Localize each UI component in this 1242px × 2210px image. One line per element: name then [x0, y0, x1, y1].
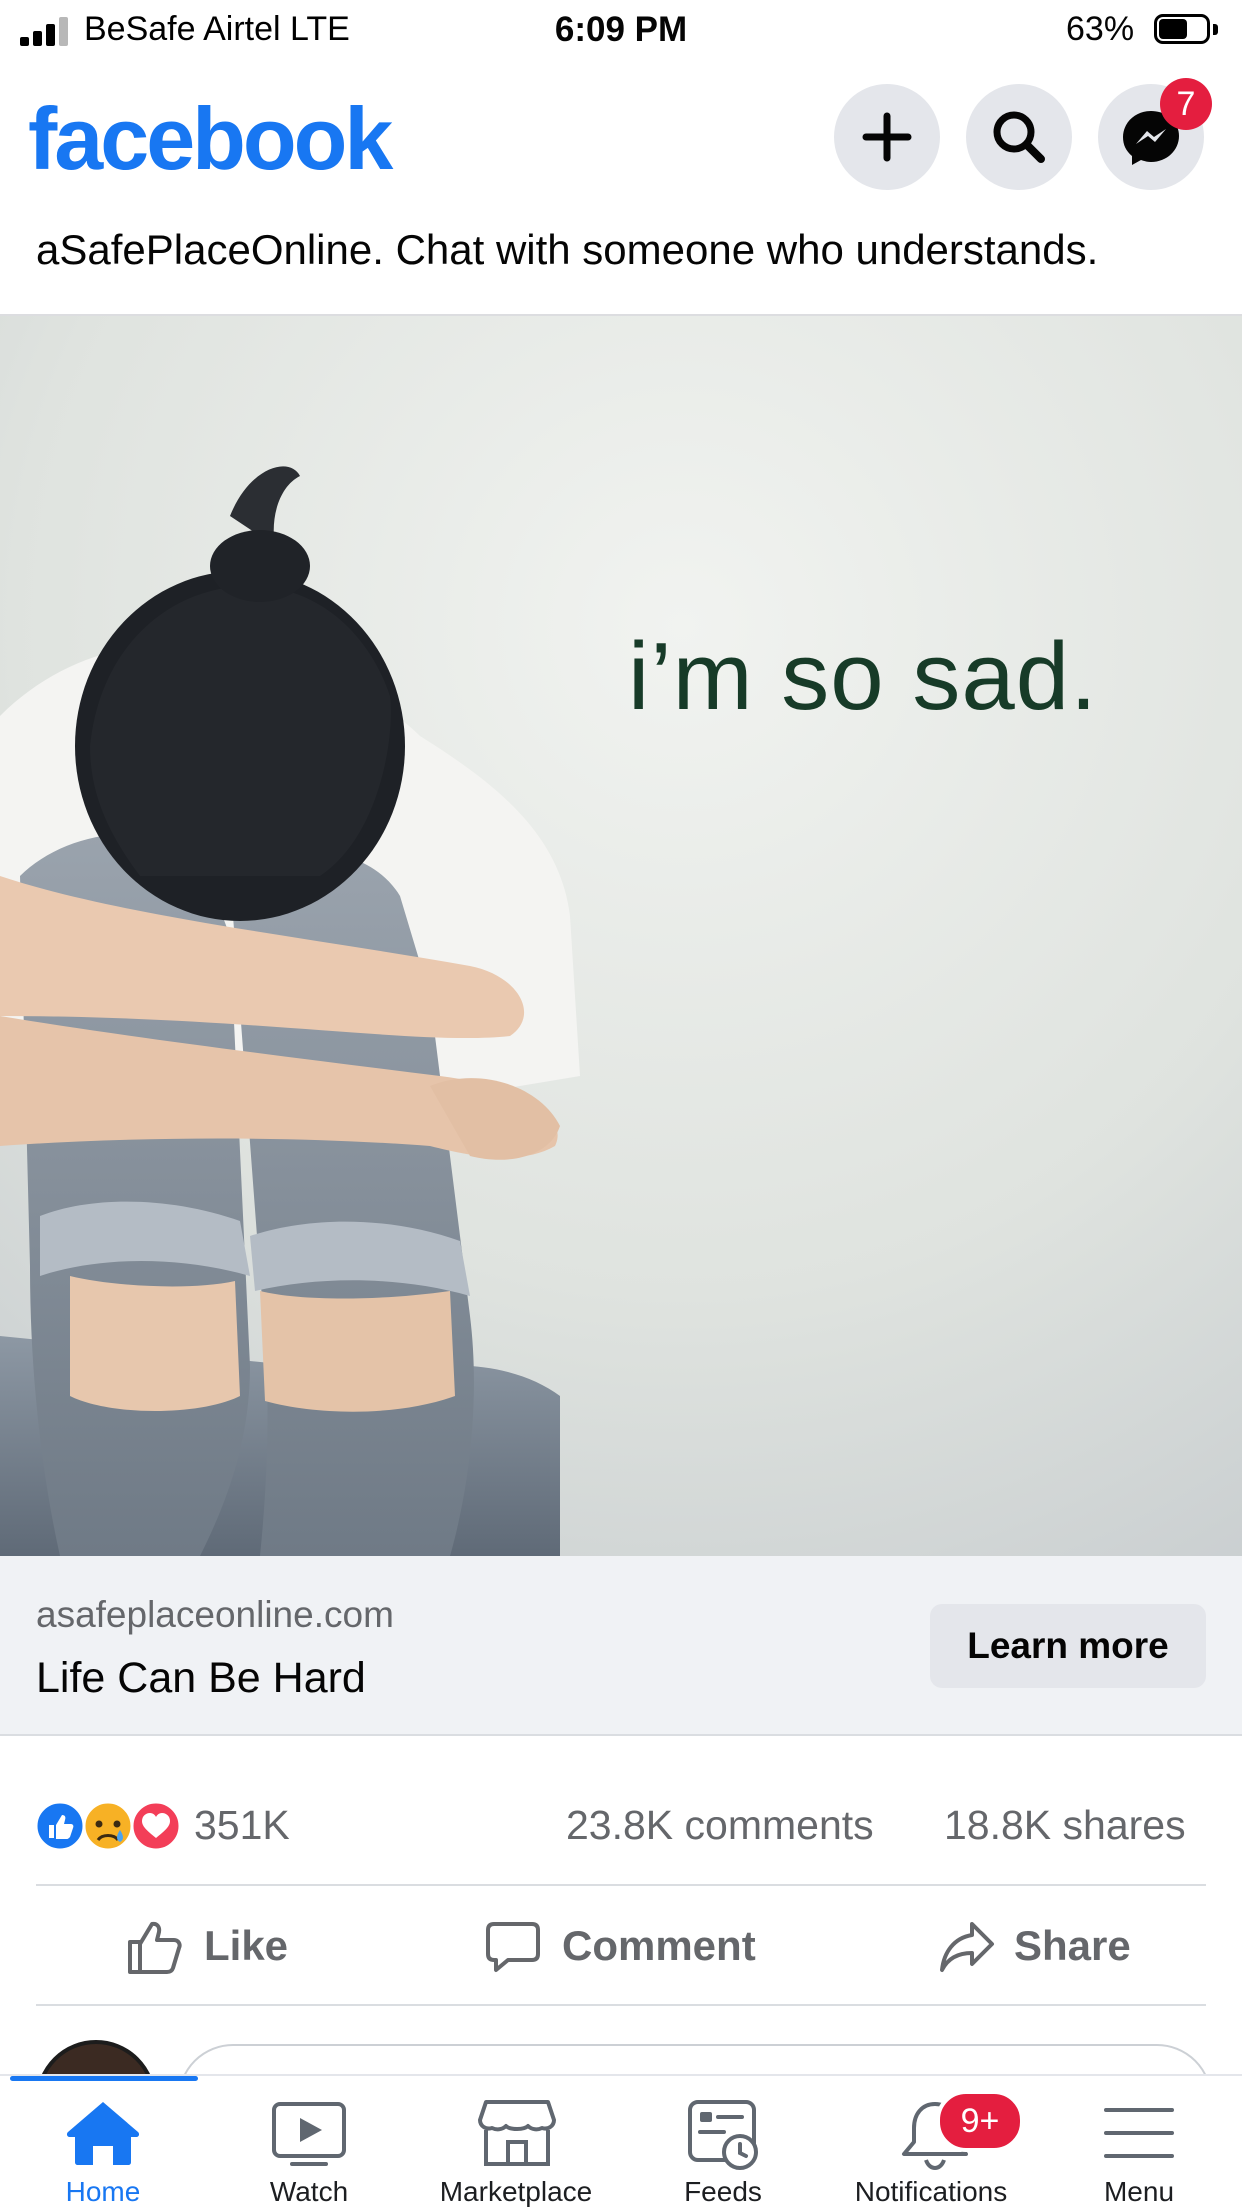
comment-icon	[486, 1922, 540, 1972]
tab-marketplace[interactable]: Marketplace	[412, 2076, 620, 2210]
tab-feeds-label: Feeds	[684, 2176, 762, 2207]
menu-icon	[1104, 2108, 1174, 2158]
share-label: Share	[1014, 1922, 1131, 1969]
divider	[36, 1884, 1206, 1886]
battery-icon	[1154, 14, 1220, 48]
like-reaction-icon	[34, 1800, 86, 1852]
messenger-button[interactable]: 7	[1098, 78, 1212, 190]
battery-percent: 63%	[1066, 10, 1135, 48]
divider	[36, 2004, 1206, 2006]
learn-more-button[interactable]: Learn more	[930, 1604, 1206, 1688]
tab-menu-label: Menu	[1103, 2176, 1175, 2207]
reaction-count: 351K	[194, 1802, 290, 1848]
home-icon	[66, 2102, 140, 2165]
like-label: Like	[204, 1922, 289, 1969]
tab-watch-label: Watch	[269, 2176, 349, 2207]
notifications-badge: 9+	[936, 2090, 1024, 2152]
app-header: facebook 7	[0, 62, 1242, 212]
header-edge	[0, 212, 1242, 230]
comments-count[interactable]: 23.8K comments	[566, 1802, 874, 1849]
reaction-icons	[34, 1800, 182, 1852]
status-bar: BeSafe Airtel LTE 6:09 PM 63%	[0, 0, 1242, 62]
search-icon	[993, 111, 1045, 163]
love-reaction-icon	[130, 1800, 182, 1852]
create-button[interactable]	[834, 84, 940, 190]
thumbs-up-icon	[128, 1921, 182, 1974]
facebook-logo[interactable]: facebook	[28, 88, 393, 190]
feeds-icon	[688, 2100, 758, 2170]
sad-woman-illustration	[0, 316, 1242, 1556]
tab-notifications-label: Notifications	[854, 2176, 1008, 2207]
plus-icon	[862, 112, 912, 162]
share-arrow-icon	[940, 1922, 994, 1972]
sad-reaction-icon	[82, 1800, 134, 1852]
post-text: aSafePlaceOnline. Chat with someone who …	[36, 226, 1099, 273]
reactions-summary[interactable]: 351K 23.8K comments 18.8K shares	[0, 1790, 1242, 1870]
tab-feeds[interactable]: Feeds	[620, 2076, 826, 2210]
bottom-tab-bar: Home Watch Marketplace Feeds 9+ Notifica…	[0, 2074, 1242, 2210]
share-button[interactable]: Share	[938, 1900, 1158, 1992]
link-preview[interactable]: asafeplaceonline.com Life Can Be Hard Le…	[0, 1556, 1242, 1736]
image-caption: i’m so sad.	[628, 623, 1098, 730]
messenger-badge: 7	[1160, 78, 1212, 130]
link-title: Life Can Be Hard	[36, 1654, 366, 1702]
clock: 6:09 PM	[554, 10, 688, 49]
tab-marketplace-label: Marketplace	[439, 2176, 593, 2207]
tab-home[interactable]: Home	[0, 2076, 206, 2210]
link-domain: asafeplaceonline.com	[36, 1594, 394, 1635]
shares-count[interactable]: 18.8K shares	[944, 1802, 1186, 1849]
like-button[interactable]: Like	[126, 1900, 316, 1992]
comment-button[interactable]: Comment	[484, 1900, 764, 1992]
tab-watch[interactable]: Watch	[206, 2076, 412, 2210]
tab-notifications[interactable]: 9+ Notifications	[826, 2076, 1036, 2210]
search-button[interactable]	[966, 84, 1072, 190]
comment-label: Comment	[562, 1922, 756, 1969]
tab-home-label: Home	[65, 2176, 141, 2207]
tab-menu[interactable]: Menu	[1036, 2076, 1242, 2210]
marketplace-icon	[478, 2100, 556, 2166]
watch-icon	[272, 2102, 346, 2166]
post-image[interactable]: i’m so sad.	[0, 316, 1242, 1556]
